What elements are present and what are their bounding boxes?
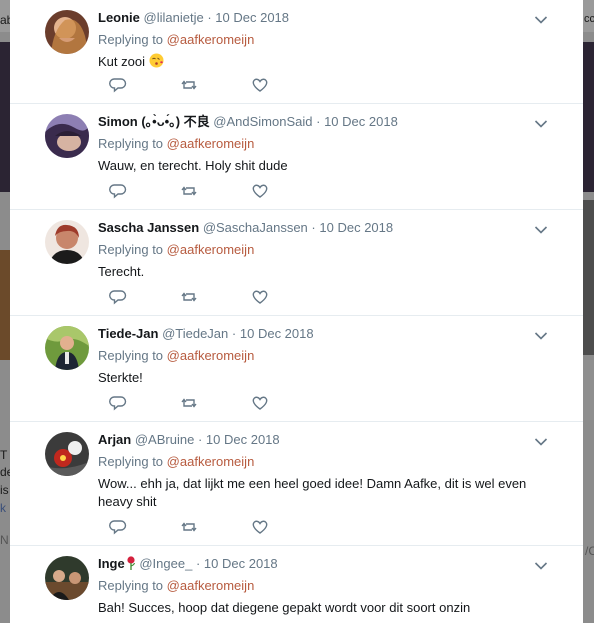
tweet-timestamp[interactable]: 10 Dec 2018 bbox=[319, 220, 393, 235]
display-name[interactable]: Sascha Janssen bbox=[98, 220, 199, 235]
tweet-actions bbox=[98, 394, 298, 412]
chevron-down-icon[interactable] bbox=[534, 328, 548, 340]
user-handle[interactable]: @ABruine bbox=[135, 432, 194, 447]
avatar[interactable] bbox=[45, 220, 89, 264]
background-text-top-right: cc bbox=[584, 13, 594, 25]
replies-list: Leonie @lilanietje · 10 Dec 2018 Replyin… bbox=[10, 0, 583, 623]
tweet-text: Wow... ehh ja, dat lijkt me een heel goe… bbox=[98, 476, 527, 509]
replying-to-label: Replying to bbox=[98, 242, 164, 257]
replying-to-link[interactable]: @aafkeromeijn bbox=[167, 242, 255, 257]
chevron-down-icon[interactable] bbox=[534, 558, 548, 570]
replying-to-link[interactable]: @aafkeromeijn bbox=[167, 578, 255, 593]
retweet-icon[interactable] bbox=[180, 518, 198, 536]
avatar[interactable] bbox=[45, 326, 89, 370]
replying-to-label: Replying to bbox=[98, 32, 164, 47]
tweet-text: Terecht. bbox=[98, 264, 145, 279]
chevron-down-icon[interactable] bbox=[534, 222, 548, 234]
tweet-text: Wauw, en terecht. Holy shit dude bbox=[98, 158, 288, 173]
reply-icon[interactable] bbox=[109, 288, 127, 306]
user-handle[interactable]: @Ingee_ bbox=[139, 556, 192, 571]
reply-tweet[interactable]: Leonie @lilanietje · 10 Dec 2018 Replyin… bbox=[10, 0, 583, 104]
reply-tweet[interactable]: Inge @Ingee_ · 10 Dec 2018 Replying to @… bbox=[10, 546, 583, 623]
display-name[interactable]: Arjan bbox=[98, 432, 131, 447]
chevron-down-icon[interactable] bbox=[534, 434, 548, 446]
replying-to-link[interactable]: @aafkeromeijn bbox=[167, 32, 255, 47]
display-name[interactable]: Tiede-Jan bbox=[98, 326, 158, 341]
separator-dot: · bbox=[195, 556, 201, 571]
separator-dot: · bbox=[207, 10, 212, 25]
tweet-text: Kut zooi bbox=[98, 53, 563, 71]
background-text-left-3: is bbox=[0, 483, 9, 497]
display-name[interactable]: Inge bbox=[98, 556, 125, 571]
background-text-right-1: /C bbox=[585, 544, 594, 558]
heart-icon[interactable] bbox=[251, 518, 269, 536]
tweet-timestamp[interactable]: 10 Dec 2018 bbox=[204, 556, 278, 571]
heart-icon[interactable] bbox=[251, 182, 269, 200]
reply-tweet[interactable]: Arjan @ABruine · 10 Dec 2018 Replying to… bbox=[10, 422, 583, 546]
retweet-icon[interactable] bbox=[180, 76, 198, 94]
user-handle[interactable]: @lilanietje bbox=[144, 10, 204, 25]
tweet-actions bbox=[98, 518, 298, 536]
avatar[interactable] bbox=[45, 114, 89, 158]
reply-icon[interactable] bbox=[109, 394, 127, 412]
background-left-image-2 bbox=[0, 250, 10, 360]
retweet-icon[interactable] bbox=[180, 182, 198, 200]
replying-to-link[interactable]: @aafkeromeijn bbox=[167, 136, 255, 151]
separator-dot: · bbox=[197, 432, 203, 447]
reply-tweet[interactable]: Sascha Janssen @SaschaJanssen · 10 Dec 2… bbox=[10, 210, 583, 316]
background-left-image bbox=[0, 42, 10, 192]
tweet-timestamp[interactable]: 10 Dec 2018 bbox=[324, 114, 398, 129]
user-handle[interactable]: @SaschaJanssen bbox=[203, 220, 308, 235]
tweet-actions bbox=[98, 76, 298, 94]
heart-icon[interactable] bbox=[251, 394, 269, 412]
tweet-actions bbox=[98, 182, 298, 200]
user-handle[interactable]: @TiedeJan bbox=[162, 326, 228, 341]
heart-icon[interactable] bbox=[251, 76, 269, 94]
tweet-text-body: Kut zooi bbox=[98, 54, 145, 69]
replying-to-link[interactable]: @aafkeromeijn bbox=[167, 348, 255, 363]
reply-icon[interactable] bbox=[109, 182, 127, 200]
separator-dot: · bbox=[311, 220, 316, 235]
reply-tweet[interactable]: Simon (｡•̀ᴗ•́｡) 不良 @AndSimonSaid · 10 De… bbox=[10, 104, 583, 210]
replying-to-label: Replying to bbox=[98, 136, 164, 151]
reply-icon[interactable] bbox=[109, 518, 127, 536]
tweet-text: Bah! Succes, hoop dat diegene gepakt wor… bbox=[98, 600, 471, 615]
chevron-down-icon[interactable] bbox=[534, 12, 548, 24]
tweet-timestamp[interactable]: 10 Dec 2018 bbox=[215, 10, 289, 25]
tweet-text: Sterkte! bbox=[98, 370, 143, 385]
replying-to-label: Replying to bbox=[98, 578, 164, 593]
background-text-left-5: N bbox=[0, 533, 9, 547]
background-text-left-1: T bbox=[0, 448, 8, 462]
separator-dot: · bbox=[316, 114, 321, 129]
avatar[interactable] bbox=[45, 556, 89, 600]
replying-to-label: Replying to bbox=[98, 348, 164, 363]
retweet-icon[interactable] bbox=[180, 288, 198, 306]
separator-dot: · bbox=[231, 326, 237, 341]
avatar[interactable] bbox=[45, 10, 89, 54]
tweet-actions bbox=[98, 288, 298, 306]
background-right-panel bbox=[583, 200, 594, 355]
avatar[interactable] bbox=[45, 432, 89, 476]
display-name[interactable]: Leonie bbox=[98, 10, 140, 25]
replying-to-link[interactable]: @aafkeromeijn bbox=[167, 454, 255, 469]
chevron-down-icon[interactable] bbox=[534, 116, 548, 128]
replying-to-label: Replying to bbox=[98, 454, 164, 469]
user-handle[interactable]: @AndSimonSaid bbox=[213, 114, 312, 129]
reply-tweet[interactable]: Tiede-Jan @TiedeJan · 10 Dec 2018 Replyi… bbox=[10, 316, 583, 422]
background-right-image bbox=[583, 42, 594, 192]
tweet-timestamp[interactable]: 10 Dec 2018 bbox=[206, 432, 280, 447]
reply-icon[interactable] bbox=[109, 76, 127, 94]
background-text-left-4: k bbox=[0, 501, 6, 515]
heart-icon[interactable] bbox=[251, 288, 269, 306]
rose-emoji-icon bbox=[126, 556, 136, 570]
display-name[interactable]: Simon (｡•̀ᴗ•́｡) 不良 bbox=[98, 114, 210, 129]
kissing-face-emoji-icon bbox=[149, 53, 164, 68]
background-right-panel-2 bbox=[583, 360, 594, 420]
tweet-timestamp[interactable]: 10 Dec 2018 bbox=[240, 326, 314, 341]
retweet-icon[interactable] bbox=[180, 394, 198, 412]
